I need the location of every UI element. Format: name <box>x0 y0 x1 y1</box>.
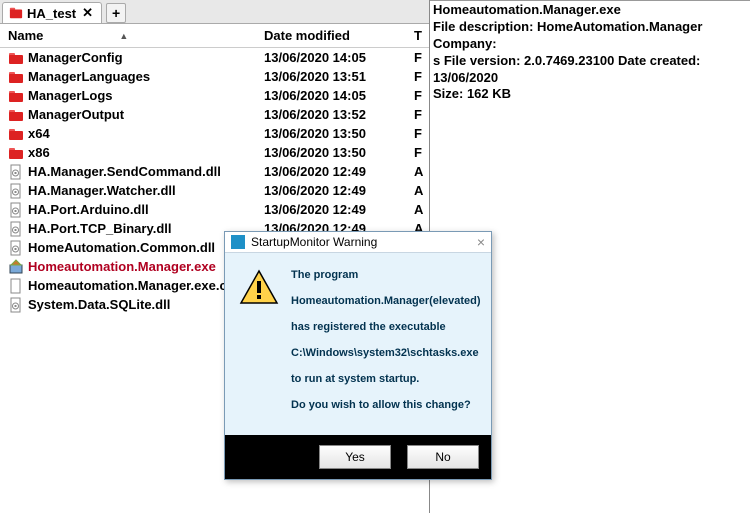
no-button[interactable]: No <box>407 445 479 469</box>
file-type: F <box>414 126 423 141</box>
file-icon <box>8 278 24 294</box>
file-type: F <box>414 145 423 160</box>
tab-ha-test[interactable]: HA_test ✕ <box>2 2 102 23</box>
file-type: A <box>414 183 423 198</box>
columns-header[interactable]: Name ▲ Date modified T <box>0 24 429 48</box>
dll-icon <box>8 202 24 218</box>
dll-icon <box>8 297 24 313</box>
startup-monitor-dialog: StartupMonitor Warning × The program Hom… <box>224 231 492 480</box>
file-row[interactable]: x6413/06/2020 13:50F <box>0 124 429 143</box>
column-name[interactable]: Name <box>8 28 43 43</box>
app-icon <box>231 235 245 249</box>
file-date: 13/06/2020 13:51 <box>264 69 414 84</box>
details-size: Size: 162 KB <box>433 86 747 103</box>
dialog-title: StartupMonitor Warning <box>251 235 477 249</box>
add-tab-button[interactable]: + <box>106 3 126 23</box>
file-name: ManagerLanguages <box>28 69 264 84</box>
file-row[interactable]: HA.Manager.Watcher.dll13/06/2020 12:49A <box>0 181 429 200</box>
exe-icon <box>8 259 24 275</box>
file-date: 13/06/2020 12:49 <box>264 164 414 179</box>
folder-icon <box>8 145 24 161</box>
file-type: A <box>414 202 423 217</box>
details-description: File description: HomeAutomation.Manager… <box>433 19 747 53</box>
dll-icon <box>8 164 24 180</box>
folder-icon <box>8 50 24 66</box>
file-name: HA.Manager.SendCommand.dll <box>28 164 264 179</box>
file-type: F <box>414 50 423 65</box>
file-date: 13/06/2020 12:49 <box>264 183 414 198</box>
file-name: x64 <box>28 126 264 141</box>
file-row[interactable]: ManagerLogs13/06/2020 14:05F <box>0 86 429 105</box>
file-row[interactable]: HA.Manager.SendCommand.dll13/06/2020 12:… <box>0 162 429 181</box>
file-row[interactable]: ManagerLanguages13/06/2020 13:51F <box>0 67 429 86</box>
dll-icon <box>8 183 24 199</box>
file-name: ManagerOutput <box>28 107 264 122</box>
file-row[interactable]: ManagerOutput13/06/2020 13:52F <box>0 105 429 124</box>
file-date: 13/06/2020 13:50 <box>264 145 414 160</box>
yes-button[interactable]: Yes <box>319 445 391 469</box>
close-icon[interactable]: × <box>477 235 485 249</box>
folder-icon <box>8 126 24 142</box>
folder-icon <box>9 6 23 20</box>
dialog-titlebar[interactable]: StartupMonitor Warning × <box>225 232 491 253</box>
details-version: s File version: 2.0.7469.23100 Date crea… <box>433 53 747 87</box>
file-date: 13/06/2020 14:05 <box>264 88 414 103</box>
sort-ascending-icon: ▲ <box>119 31 128 41</box>
file-date: 13/06/2020 13:50 <box>264 126 414 141</box>
file-date: 13/06/2020 13:52 <box>264 107 414 122</box>
file-row[interactable]: ManagerConfig13/06/2020 14:05F <box>0 48 429 67</box>
file-type: F <box>414 107 423 122</box>
folder-icon <box>8 88 24 104</box>
dll-icon <box>8 240 24 256</box>
warning-icon <box>239 269 279 307</box>
column-date[interactable]: Date modified <box>264 28 414 43</box>
column-type[interactable]: T <box>414 28 423 43</box>
tab-bar: HA_test ✕ + <box>0 0 429 24</box>
file-name: HA.Port.Arduino.dll <box>28 202 264 217</box>
tab-label: HA_test <box>27 6 76 21</box>
file-name: ManagerLogs <box>28 88 264 103</box>
dll-icon <box>8 221 24 237</box>
file-type: A <box>414 164 423 179</box>
file-row[interactable]: x8613/06/2020 13:50F <box>0 143 429 162</box>
file-row[interactable]: HA.Port.Arduino.dll13/06/2020 12:49A <box>0 200 429 219</box>
close-icon[interactable]: ✕ <box>82 5 93 21</box>
file-name: HA.Manager.Watcher.dll <box>28 183 264 198</box>
dialog-message: The program Homeautomation.Manager(eleva… <box>291 269 480 425</box>
file-name: ManagerConfig <box>28 50 264 65</box>
file-type: F <box>414 88 423 103</box>
folder-icon <box>8 69 24 85</box>
file-type: F <box>414 69 423 84</box>
file-date: 13/06/2020 14:05 <box>264 50 414 65</box>
folder-icon <box>8 107 24 123</box>
file-name: x86 <box>28 145 264 160</box>
details-filename: Homeautomation.Manager.exe <box>433 2 747 19</box>
dialog-button-bar: Yes No <box>225 435 491 479</box>
file-date: 13/06/2020 12:49 <box>264 202 414 217</box>
